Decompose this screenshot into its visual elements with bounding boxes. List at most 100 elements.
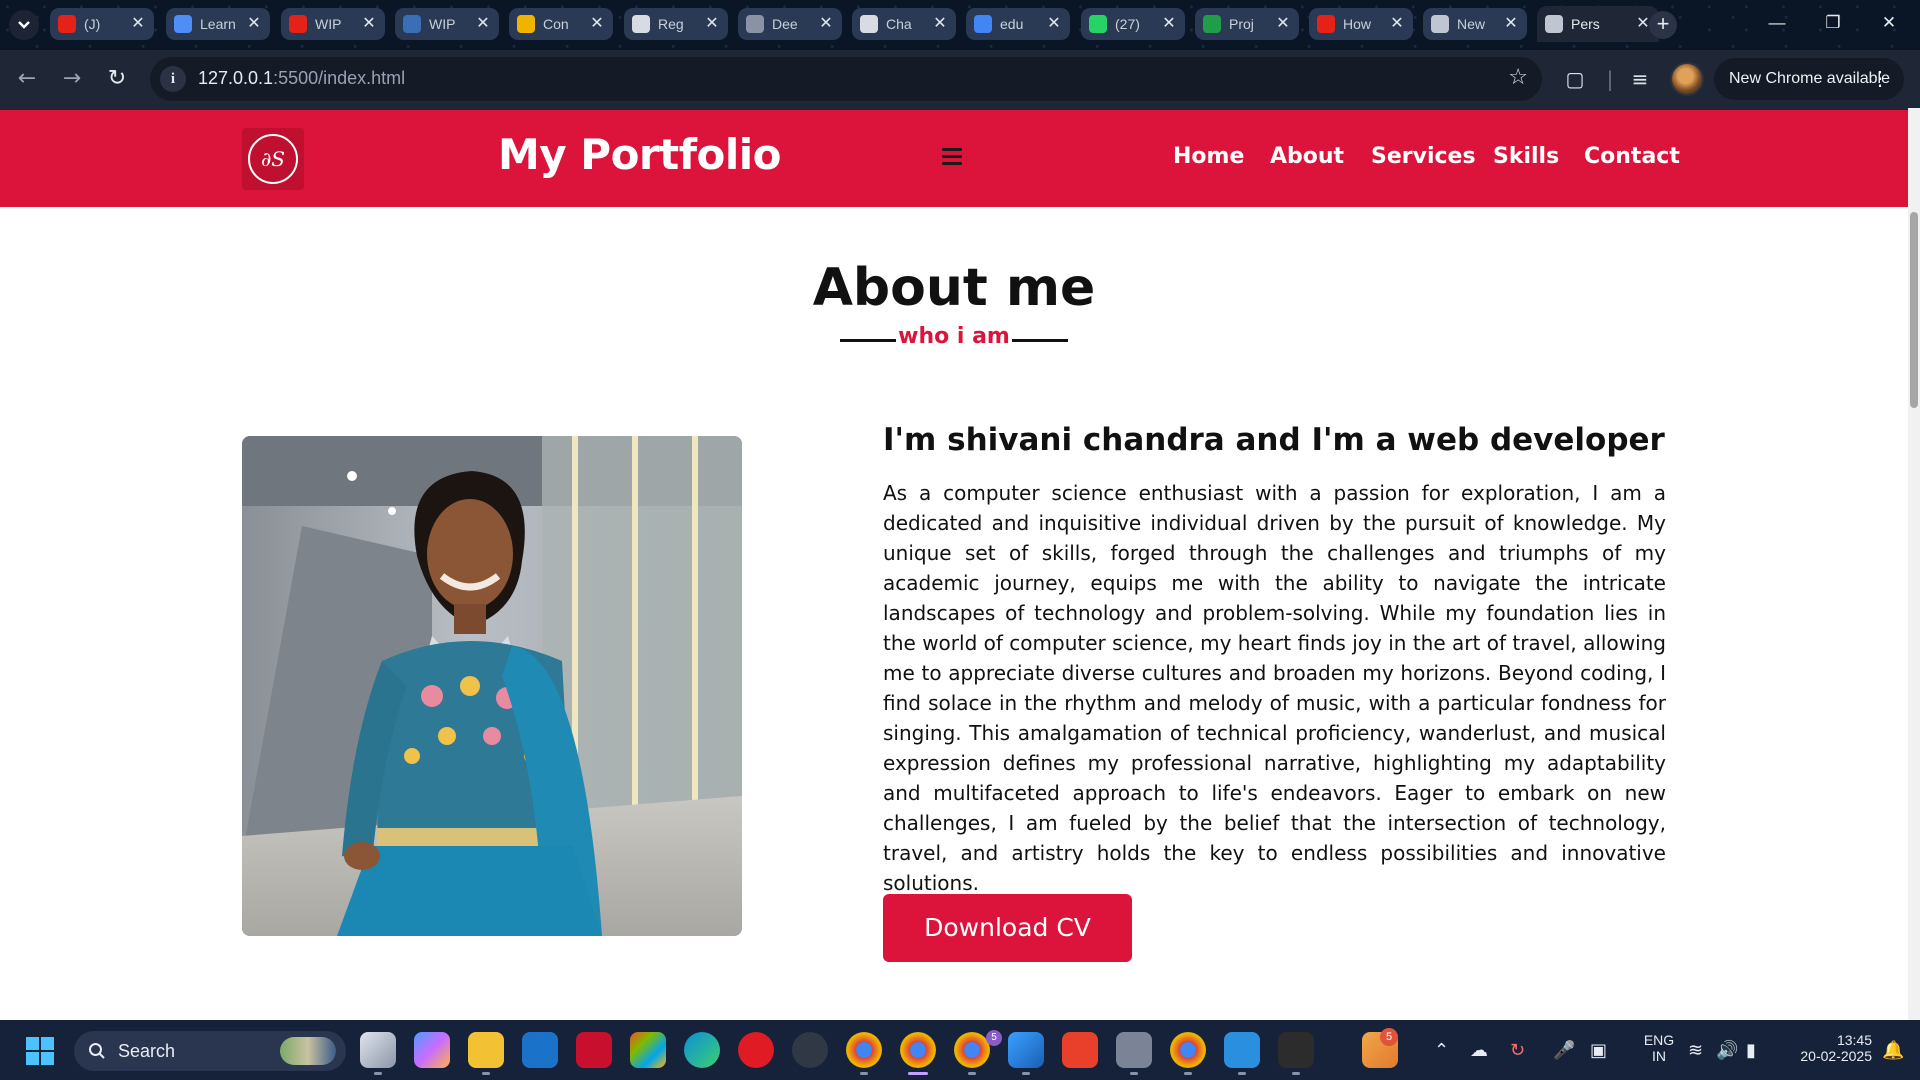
tab-close-icon[interactable]: ✕ <box>1389 16 1405 32</box>
notifications-bell-icon[interactable]: 🔔 <box>1882 1040 1904 1061</box>
browser-tab[interactable]: Learn ✕ <box>166 8 270 40</box>
chrome-profile-badge: 5 <box>986 1030 1002 1046</box>
site-header: ∂S My Portfolio Home About Services Skil… <box>0 110 1908 207</box>
dell-icon[interactable] <box>522 1032 558 1068</box>
subtitle-text: who i am <box>898 324 1010 349</box>
browser-tab-strip: (J) ✕ Learn ✕ WIP ✕ WIP ✕ Con ✕ Reg ✕ Dee ✕ Cha ✕ edu ✕ (2… <box>0 0 1920 50</box>
site-logo[interactable]: ∂S <box>242 128 304 190</box>
terminal-icon[interactable] <box>1278 1032 1314 1068</box>
microsoft-store-icon[interactable] <box>630 1032 666 1068</box>
running-indicator <box>482 1072 490 1075</box>
clock[interactable]: 13:45 20-02-2025 <box>1782 1032 1872 1064</box>
mcafee-icon[interactable] <box>576 1032 612 1068</box>
browser-tab[interactable]: Proj ✕ <box>1195 8 1299 40</box>
reload-button[interactable]: ↻ <box>102 64 132 94</box>
tab-close-icon[interactable]: ✕ <box>704 16 720 32</box>
vscode-icon[interactable] <box>1224 1032 1260 1068</box>
browser-tab[interactable]: WIP ✕ <box>281 8 385 40</box>
tab-close-icon[interactable]: ✕ <box>361 16 377 32</box>
tab-close-icon[interactable]: ✕ <box>1503 16 1519 32</box>
search-icon <box>89 1043 105 1059</box>
tab-close-icon[interactable]: ✕ <box>1275 16 1291 32</box>
site-info-icon[interactable]: i <box>160 66 186 92</box>
chrome-other-icon[interactable] <box>1170 1032 1206 1068</box>
tab-close-icon[interactable]: ✕ <box>475 16 491 32</box>
windows-start-icon[interactable] <box>26 1037 54 1065</box>
openai-icon <box>860 15 878 33</box>
browser-tab[interactable]: (J) ✕ <box>50 8 154 40</box>
opera-icon[interactable] <box>738 1032 774 1068</box>
tab-title: New <box>1457 16 1486 32</box>
wps-office-icon[interactable] <box>1062 1032 1098 1068</box>
browser-tab[interactable]: Pers ✕ <box>1537 6 1659 42</box>
nav-home[interactable]: Home <box>1173 144 1244 169</box>
nav-contact[interactable]: Contact <box>1584 144 1680 169</box>
tab-close-icon[interactable]: ✕ <box>589 16 605 32</box>
extensions-icon[interactable]: ▢ <box>1560 64 1590 94</box>
browser-tab[interactable]: Reg ✕ <box>624 8 728 40</box>
nav-skills[interactable]: Skills <box>1493 144 1559 169</box>
browser-tab[interactable]: WIP ✕ <box>395 8 499 40</box>
tab-close-icon[interactable]: ✕ <box>1046 16 1062 32</box>
browser-tab[interactable]: How ✕ <box>1309 8 1413 40</box>
copilot-icon[interactable] <box>414 1032 450 1068</box>
wifi-icon[interactable]: ≋ <box>1688 1040 1703 1061</box>
nav-about[interactable]: About <box>1270 144 1344 169</box>
profile-avatar[interactable] <box>1670 62 1704 96</box>
chrome-work-icon[interactable] <box>954 1032 990 1068</box>
tab-close-icon[interactable]: ✕ <box>818 16 834 32</box>
onedrive-icon[interactable]: ☁ <box>1470 1040 1488 1061</box>
address-bar[interactable]: i 127.0.0.1:5500/index.html ☆ <box>150 57 1542 101</box>
running-indicator <box>1130 1072 1138 1075</box>
browser-tab[interactable]: (27) ✕ <box>1081 8 1185 40</box>
photos-icon[interactable] <box>1008 1032 1044 1068</box>
sync-icon[interactable]: ↻ <box>1510 1040 1525 1061</box>
battery-icon[interactable]: ▮ <box>1746 1040 1756 1061</box>
tab-title: WIP <box>315 16 342 32</box>
search-highlight-image <box>280 1037 336 1065</box>
tab-close-icon[interactable]: ✕ <box>1161 16 1177 32</box>
task-view-icon[interactable] <box>360 1032 396 1068</box>
browser-tab[interactable]: Con ✕ <box>509 8 613 40</box>
microphone-icon[interactable]: 🎤 <box>1553 1040 1575 1061</box>
tab-title: How <box>1343 16 1372 32</box>
site-title[interactable]: My Portfolio <box>498 130 782 179</box>
browser-tab[interactable]: Dee ✕ <box>738 8 842 40</box>
chrome-icon[interactable] <box>846 1032 882 1068</box>
scrollbar-thumb[interactable] <box>1910 212 1918 408</box>
more-menu-icon[interactable]: ⋮ <box>1870 58 1890 100</box>
back-button[interactable]: ← <box>12 64 42 94</box>
tab-search-button[interactable] <box>9 10 39 40</box>
minimize-button[interactable]: — <box>1749 0 1805 46</box>
settings-icon[interactable] <box>1116 1032 1152 1068</box>
media-controls-icon[interactable]: ≡ <box>1625 64 1655 94</box>
url-text[interactable]: 127.0.0.1:5500/index.html <box>198 68 405 89</box>
close-window-button[interactable]: ✕ <box>1861 0 1917 46</box>
display-icon[interactable]: ▣ <box>1590 1040 1607 1061</box>
profile-photo <box>242 436 742 936</box>
page-scrollbar[interactable] <box>1908 108 1920 1020</box>
browser-tab[interactable]: edu ✕ <box>966 8 1070 40</box>
download-cv-button[interactable]: Download CV <box>883 894 1132 962</box>
taskbar-search[interactable]: Search <box>74 1031 346 1071</box>
tab-close-icon[interactable]: ✕ <box>130 16 146 32</box>
bookmark-star-icon[interactable]: ☆ <box>1508 65 1528 90</box>
new-tab-button[interactable]: + <box>1649 11 1677 39</box>
file-explorer-icon[interactable] <box>468 1032 504 1068</box>
forward-button[interactable]: → <box>57 64 87 94</box>
browser-toolbar: ← → ↻ i 127.0.0.1:5500/index.html ☆ ▢ | … <box>0 50 1920 108</box>
nav-services[interactable]: Services <box>1371 144 1476 169</box>
edge-icon[interactable] <box>684 1032 720 1068</box>
chrome-profile-icon[interactable] <box>900 1032 936 1068</box>
browser-tab[interactable]: Cha ✕ <box>852 8 956 40</box>
browser-tab[interactable]: New ✕ <box>1423 8 1527 40</box>
language-indicator[interactable]: ENG IN <box>1636 1032 1682 1064</box>
menu-hamburger-icon[interactable] <box>942 148 962 166</box>
obs-icon[interactable] <box>792 1032 828 1068</box>
volume-icon[interactable]: 🔊 <box>1716 1040 1738 1061</box>
tab-close-icon[interactable]: ✕ <box>932 16 948 32</box>
chrome-update-button[interactable]: New Chrome available ⋮ <box>1714 58 1904 100</box>
show-hidden-icons-chevron[interactable]: ⌃ <box>1434 1040 1449 1061</box>
restore-button[interactable]: ❐ <box>1805 0 1861 46</box>
tab-close-icon[interactable]: ✕ <box>246 16 262 32</box>
